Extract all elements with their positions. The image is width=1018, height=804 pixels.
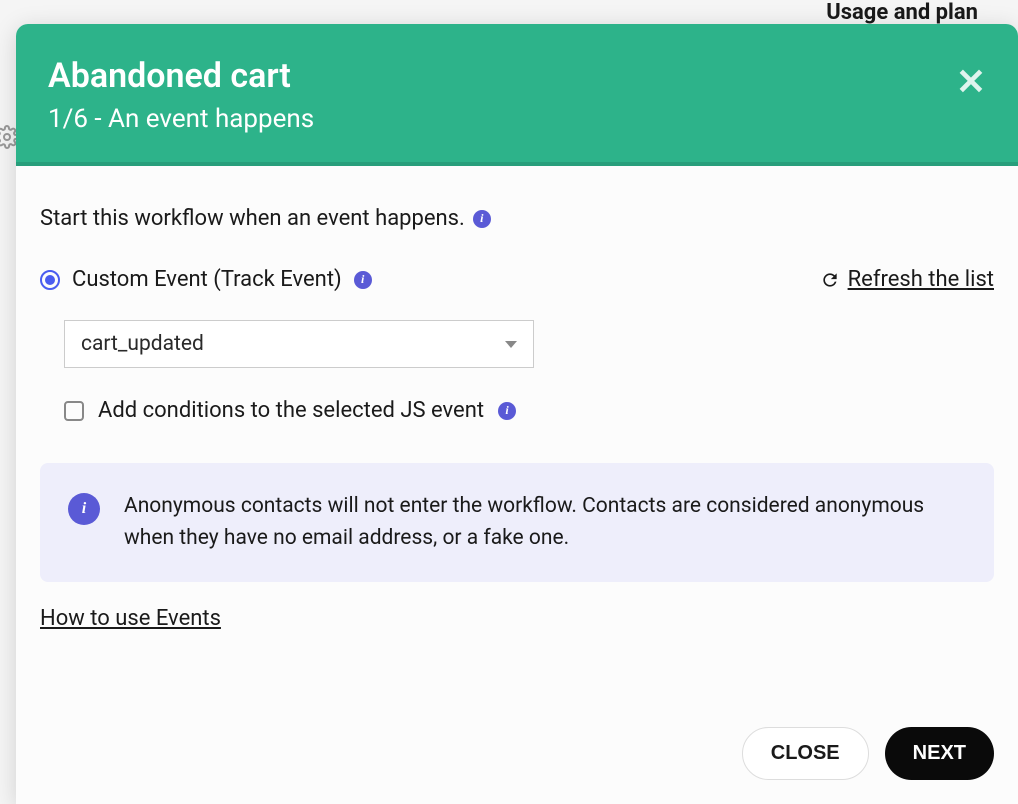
modal-body: Start this workflow when an event happen… bbox=[16, 166, 1018, 804]
modal-subtitle: 1/6 - An event happens bbox=[48, 104, 986, 134]
conditions-checkbox[interactable] bbox=[64, 401, 84, 421]
usage-plan-label: Usage and plan bbox=[826, 0, 978, 25]
info-icon: i bbox=[68, 493, 100, 525]
next-button[interactable]: NEXT bbox=[885, 727, 994, 780]
info-icon[interactable]: i bbox=[498, 402, 516, 420]
custom-event-label: Custom Event (Track Event) bbox=[72, 267, 342, 292]
event-select-value: cart_updated bbox=[81, 332, 204, 356]
custom-event-radio[interactable] bbox=[40, 270, 60, 290]
help-link[interactable]: How to use Events bbox=[40, 606, 994, 631]
intro-label: Start this workflow when an event happen… bbox=[40, 206, 465, 231]
conditions-label: Add conditions to the selected JS event bbox=[98, 398, 484, 423]
modal-header: Abandoned cart 1/6 - An event happens ✕ bbox=[16, 24, 1018, 166]
intro-text: Start this workflow when an event happen… bbox=[40, 206, 994, 231]
conditions-checkbox-row: Add conditions to the selected JS event … bbox=[64, 398, 994, 423]
event-row: Custom Event (Track Event) i Refresh the… bbox=[40, 267, 994, 292]
modal-dialog: Abandoned cart 1/6 - An event happens ✕ … bbox=[16, 24, 1018, 804]
info-box: i Anonymous contacts will not enter the … bbox=[40, 463, 994, 582]
close-button[interactable]: CLOSE bbox=[742, 727, 869, 780]
modal-footer: CLOSE NEXT bbox=[40, 687, 994, 780]
refresh-icon bbox=[820, 270, 840, 290]
chevron-down-icon bbox=[505, 341, 517, 348]
info-box-text: Anonymous contacts will not enter the wo… bbox=[124, 491, 966, 554]
event-select[interactable]: cart_updated bbox=[64, 320, 534, 368]
refresh-list-link[interactable]: Refresh the list bbox=[820, 267, 994, 292]
info-icon[interactable]: i bbox=[354, 271, 372, 289]
custom-event-radio-group: Custom Event (Track Event) i bbox=[40, 267, 372, 292]
info-icon[interactable]: i bbox=[473, 210, 491, 228]
modal-title: Abandoned cart bbox=[48, 56, 986, 96]
refresh-list-label: Refresh the list bbox=[848, 267, 994, 292]
close-icon[interactable]: ✕ bbox=[956, 64, 986, 100]
